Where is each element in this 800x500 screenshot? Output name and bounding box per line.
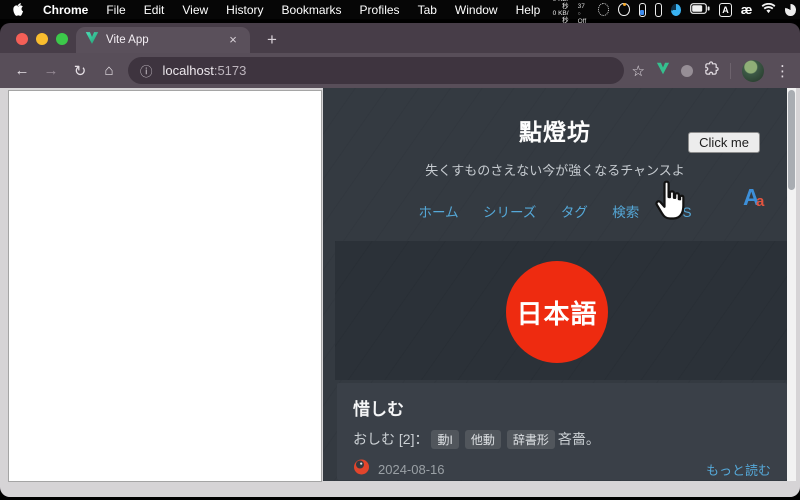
tag-badge-verb-group: 動I [431, 429, 459, 449]
time-tracker-pie-icon[interactable] [671, 3, 682, 16]
ae-input-icon[interactable]: æ [741, 3, 753, 16]
article-meta: 2024-08-16 もっと読む [353, 458, 771, 480]
apple-menu-icon[interactable] [12, 2, 24, 17]
article-summary: おしむ [2]： 動I 他動 辞書形 吝嗇。 [353, 429, 771, 449]
menu-tab[interactable]: Tab [409, 3, 446, 17]
menu-profiles[interactable]: Profiles [351, 3, 409, 17]
nav-home[interactable]: ホーム [418, 205, 458, 220]
app-fan-icon[interactable] [785, 3, 796, 16]
extension-dot-icon[interactable] [681, 64, 693, 77]
article-title[interactable]: 惜しむ [353, 395, 771, 420]
site-subtitle: 失くすものさえない今が強くなるチャンスよ [425, 163, 685, 178]
home-icon[interactable]: ⌂ [97, 59, 121, 83]
article-gloss: 吝嗇。 [557, 431, 600, 447]
article-reading: おしむ [2]： [353, 431, 429, 447]
article-date: 2024-08-16 [378, 461, 445, 477]
site-info-icon[interactable]: ⓘ [140, 61, 153, 80]
menu-edit[interactable]: Edit [135, 3, 174, 17]
hero-red-circle: 日本語 [506, 261, 608, 363]
read-more-link[interactable]: もっと読む [706, 460, 771, 479]
address-bar[interactable]: ⓘ localhost:5173 [128, 57, 624, 84]
empty-left-panel [8, 90, 322, 482]
battery-pill-icon-2[interactable] [654, 2, 663, 17]
cursor-pointer-icon [652, 180, 688, 229]
vite-favicon [85, 31, 99, 50]
sensor-gauge-indicator[interactable]: 37 Off [578, 0, 589, 25]
network-speed-indicator[interactable]: 0 KB/秒 0 KB/秒 [549, 0, 569, 24]
site-nav: ホーム シリーズ タグ 検索 RSS [323, 201, 787, 222]
new-tab-button[interactable]: + [260, 28, 284, 52]
tab-title: Vite App [106, 34, 149, 46]
hero-cover: 日本語 [335, 241, 787, 380]
page-viewport: 點燈坊 Click me 失くすものさえない今が強くなるチャンスよ ホーム シリ… [0, 88, 800, 497]
menu-window[interactable]: Window [446, 3, 507, 17]
nav-search[interactable]: 検索 [612, 205, 639, 220]
url-text: localhost:5173 [162, 63, 247, 78]
maximize-window-button[interactable] [56, 33, 68, 45]
author-avatar-icon [353, 458, 370, 480]
forward-icon[interactable]: → [39, 59, 63, 83]
wifi-icon[interactable] [761, 2, 776, 17]
battery-icon[interactable] [690, 2, 710, 17]
tab-strip: Vite App × + [0, 23, 800, 53]
click-me-button[interactable]: Click me [688, 132, 760, 153]
profile-avatar[interactable] [742, 59, 764, 82]
site-panel: 點燈坊 Click me 失くすものさえない今が強くなるチャンスよ ホーム シリ… [323, 88, 787, 481]
minimize-window-button[interactable] [36, 33, 48, 45]
hero-badge-text: 日本語 [516, 298, 598, 329]
tab-close-icon[interactable]: × [225, 32, 241, 48]
menu-view[interactable]: View [173, 3, 217, 17]
font-switcher-icon[interactable]: A a [743, 184, 773, 212]
scrollbar-thumb[interactable] [788, 90, 795, 190]
nav-tags[interactable]: タグ [561, 205, 588, 220]
article-card: 惜しむ おしむ [2]： 動I 他動 辞書形 吝嗇。 2024-08-16 もっ… [337, 383, 787, 480]
tag-badge-transitive: 他動 [464, 429, 501, 449]
menu-chrome[interactable]: Chrome [34, 3, 97, 17]
menu-help[interactable]: Help [507, 3, 550, 17]
menu-history[interactable]: History [217, 3, 272, 17]
back-icon[interactable]: ← [10, 59, 34, 83]
browser-tab-vite-app[interactable]: Vite App × [76, 27, 250, 53]
menu-bookmarks[interactable]: Bookmarks [273, 3, 351, 17]
bookmark-star-icon[interactable]: ☆ [632, 62, 645, 80]
dotted-circle-icon[interactable] [597, 3, 610, 16]
close-window-button[interactable] [16, 33, 28, 45]
reload-icon[interactable]: ↻ [68, 59, 92, 83]
page-scrollbar[interactable] [787, 88, 796, 481]
macos-menubar: Chrome File Edit View History Bookmarks … [0, 0, 800, 25]
tag-badge-dictionary-form: 辞書形 [506, 429, 555, 449]
battery-pill-icon[interactable] [638, 2, 646, 17]
chrome-menu-icon[interactable]: ⋮ [775, 62, 790, 80]
browser-toolbar: ← → ↻ ⌂ ⓘ localhost:5173 ☆ ⋮ [0, 53, 800, 88]
input-source-icon[interactable]: A [719, 2, 732, 17]
extensions-puzzle-icon[interactable] [704, 60, 719, 81]
camera-status-icon[interactable] [618, 3, 630, 16]
vite-extension-icon[interactable] [656, 62, 670, 80]
nav-series[interactable]: シリーズ [483, 205, 536, 220]
chrome-window: Vite App × + ← → ↻ ⌂ ⓘ localhost:5173 ☆ … [0, 23, 800, 497]
toolbar-divider [730, 62, 731, 79]
menu-file[interactable]: File [97, 3, 134, 17]
